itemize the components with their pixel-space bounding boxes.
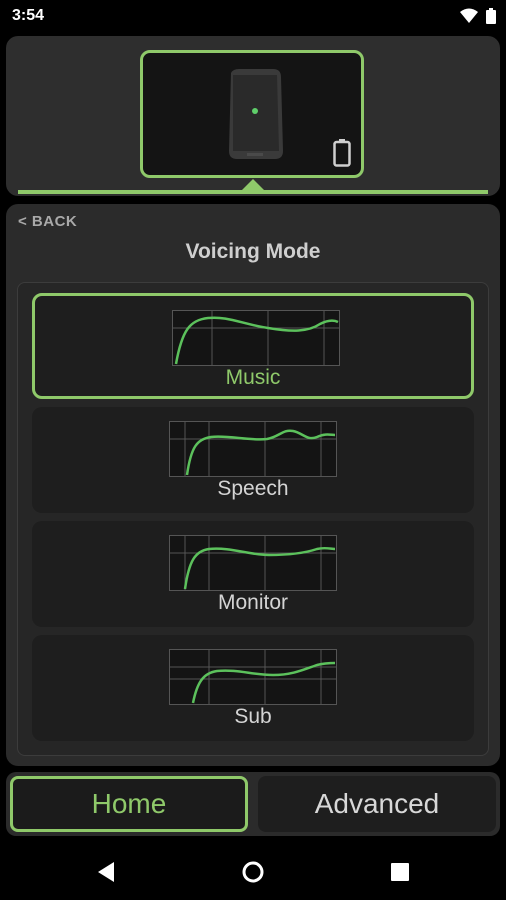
- status-bar: 3:54: [0, 0, 506, 32]
- wifi-icon: [460, 8, 478, 23]
- mode-list: Music Speech Monitor Sub: [17, 282, 489, 756]
- battery-icon: [333, 139, 351, 167]
- eq-curve-icon: [169, 649, 337, 705]
- eq-curve-icon: [169, 421, 337, 477]
- device-panel: [6, 36, 500, 196]
- recents-square-icon[interactable]: [388, 860, 412, 884]
- home-circle-icon[interactable]: [241, 860, 265, 884]
- mode-card-speech[interactable]: Speech: [32, 407, 474, 513]
- tab-advanced[interactable]: Advanced: [258, 776, 496, 832]
- back-triangle-icon[interactable]: [94, 860, 118, 884]
- back-button[interactable]: < BACK: [18, 213, 77, 230]
- mode-label: Monitor: [217, 591, 289, 614]
- eq-curve-icon: [169, 535, 337, 591]
- page-title: Voicing Mode: [185, 240, 321, 263]
- speaker-icon: [229, 69, 283, 159]
- mode-card-sub[interactable]: Sub: [32, 635, 474, 741]
- mode-label: Sub: [234, 705, 272, 728]
- system-nav-bar: [0, 844, 506, 900]
- eq-curve-icon: [172, 310, 340, 366]
- tab-bar: Home Advanced: [6, 772, 500, 836]
- device-underline: [18, 190, 488, 194]
- device-card[interactable]: [140, 50, 364, 178]
- mode-card-music[interactable]: Music: [32, 293, 474, 399]
- voicing-panel: < BACK Voicing Mode Music Speech Monitor…: [6, 204, 500, 766]
- battery-status-icon: [486, 8, 496, 24]
- mode-label: Speech: [217, 477, 289, 500]
- mode-label: Music: [225, 366, 281, 389]
- mode-card-monitor[interactable]: Monitor: [32, 521, 474, 627]
- tab-home[interactable]: Home: [10, 776, 248, 832]
- status-time: 3:54: [12, 7, 45, 24]
